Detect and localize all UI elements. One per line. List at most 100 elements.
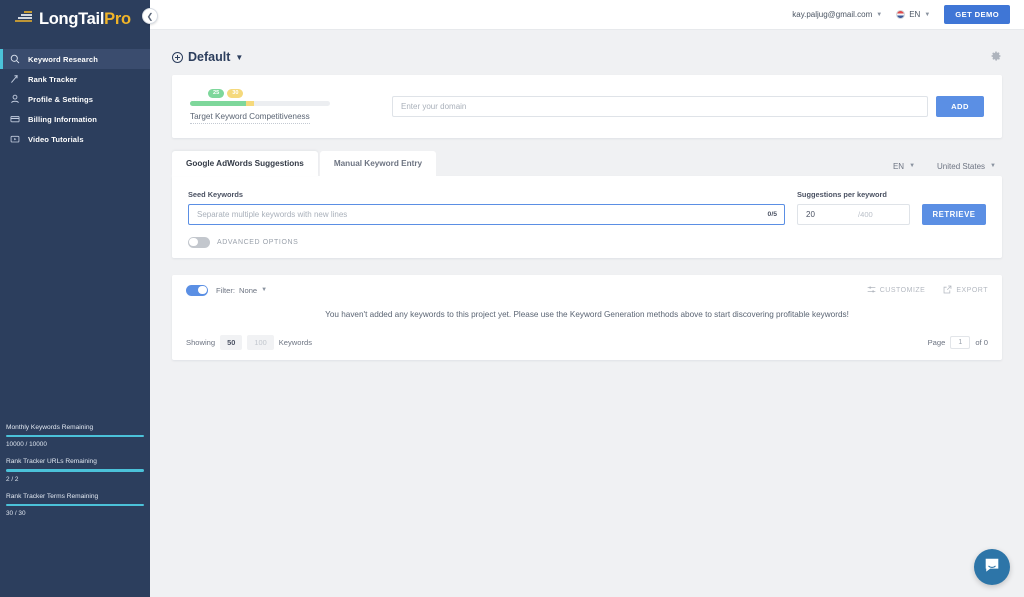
language-label: EN (909, 10, 921, 19)
credit-card-icon (10, 114, 28, 124)
meter-rank-tracker-terms: Rank Tracker Terms Remaining 30 / 30 (6, 493, 144, 517)
competitiveness-widget[interactable]: 25 30 Target Keyword Competitiveness (190, 89, 370, 124)
user-icon (10, 94, 28, 104)
locale-language-label: EN (892, 161, 905, 171)
meter-bar (6, 503, 144, 506)
gear-icon[interactable] (990, 50, 1002, 65)
chat-widget-button[interactable] (974, 549, 1010, 585)
sidebar-item-keyword-research[interactable]: Keyword Research (0, 49, 150, 69)
suggestions-max-label: /400 (858, 209, 873, 219)
advanced-options-label: ADVANCED OPTIONS (217, 238, 299, 246)
video-icon (10, 134, 28, 144)
filter-prefix-label: Filter: (216, 285, 235, 295)
seed-keywords-box[interactable]: 0/5 (188, 203, 785, 225)
locale-country-select[interactable]: United States ▼ (937, 162, 996, 171)
brand-text: LongTailPro (39, 10, 131, 29)
meter-title: Monthly Keywords Remaining (6, 423, 94, 431)
locale-country-label: United States (937, 161, 986, 171)
export-label: EXPORT (956, 286, 988, 294)
brand-logo[interactable]: LongTailPro (0, 0, 150, 30)
caret-down-icon: ▼ (990, 163, 996, 170)
get-demo-button[interactable]: GET DEMO (944, 5, 1010, 24)
competitiveness-slider[interactable] (190, 100, 330, 106)
tab-list: Google AdWords Suggestions Manual Keywor… (172, 150, 437, 176)
competitiveness-green-segment (190, 100, 246, 106)
filter-select[interactable]: Filter: None ▼ (216, 286, 267, 295)
locale-selectors: EN ▼ United States ▼ (893, 162, 1002, 176)
domain-input[interactable] (392, 95, 928, 117)
sidebar-collapse-button[interactable]: ❮ (142, 8, 158, 24)
customize-label: CUSTOMIZE (879, 286, 926, 294)
sidebar-item-rank-tracker[interactable]: Rank Tracker (0, 69, 150, 89)
retrieve-button[interactable]: RETRIEVE (922, 203, 986, 225)
showing-label: Showing (186, 337, 216, 347)
advanced-options-row[interactable]: ADVANCED OPTIONS (188, 236, 986, 248)
app-root: LongTailPro ❮ Keyword Research Rank Trac… (0, 0, 1024, 597)
chat-bubble-icon (983, 556, 1001, 579)
sidebar-label: Billing Information (28, 114, 97, 124)
search-icon (10, 54, 28, 64)
results-footer: Showing 50 100 Keywords Page of 0 (186, 334, 988, 350)
main-area: kay.paljug@gmail.com ▼ EN ▼ GET DEMO Def… (150, 0, 1024, 597)
page-size-100[interactable]: 100 (247, 334, 274, 350)
page-title: Default (188, 50, 231, 64)
caret-down-icon: ▼ (909, 163, 916, 170)
keywords-label: Keywords (278, 337, 313, 347)
brand-part-long: Long (39, 9, 79, 28)
sidebar-item-profile-settings[interactable]: Profile & Settings (0, 89, 150, 109)
page-size-control: Showing 50 100 Keywords (186, 334, 313, 350)
seed-keywords-label: Seed Keywords (188, 189, 244, 199)
tabs-row: Google AdWords Suggestions Manual Keywor… (172, 150, 1002, 176)
seed-keywords-input[interactable] (189, 204, 768, 224)
meter-value: 30 / 30 (6, 510, 26, 517)
competitiveness-badge-high: 30 (227, 89, 244, 98)
keyword-generation-card: Seed Keywords 0/5 Suggestions per keywor… (172, 175, 1002, 258)
competitiveness-badge-low: 25 (208, 89, 225, 98)
account-email: kay.paljug@gmail.com (792, 10, 873, 19)
caret-down-icon: ▼ (235, 52, 244, 62)
customize-button[interactable]: CUSTOMIZE (867, 285, 926, 296)
suggestions-box[interactable]: /400 (797, 203, 910, 225)
brand-part-pro: Pro (104, 9, 131, 28)
sidebar-label: Keyword Research (28, 54, 98, 64)
page-size-50[interactable]: 50 (220, 334, 243, 350)
suggestions-per-keyword-field: Suggestions per keyword /400 (797, 190, 910, 225)
add-domain-button[interactable]: ADD (936, 95, 984, 117)
caret-down-icon: ▼ (924, 11, 931, 18)
sidebar-item-billing-information[interactable]: Billing Information (0, 109, 150, 129)
project-selector[interactable]: Default ▼ (172, 50, 243, 64)
filter-toggle[interactable] (186, 284, 208, 296)
sidebar-label: Rank Tracker (28, 74, 77, 84)
competitiveness-badges: 25 30 (190, 89, 370, 98)
results-header: Filter: None ▼ CUSTOMIZE EXPORT (186, 284, 988, 296)
page-number-input[interactable] (950, 335, 971, 349)
meter-rank-tracker-urls: Rank Tracker URLs Remaining 2 / 2 (6, 458, 144, 483)
us-flag-icon (896, 10, 906, 19)
seed-keywords-counter: 0/5 (767, 210, 777, 218)
top-bar: kay.paljug@gmail.com ▼ EN ▼ GET DEMO (150, 0, 1024, 30)
plus-circle-icon[interactable] (172, 51, 183, 63)
trending-up-icon (10, 74, 28, 84)
advanced-options-toggle[interactable] (188, 236, 210, 248)
external-link-icon (943, 285, 952, 296)
empty-state-message: You haven't added any keywords to this p… (325, 309, 849, 319)
suggestions-input[interactable] (798, 204, 858, 224)
filter-value-label: None (238, 285, 258, 295)
content-area: Default ▼ 25 30 Target Keyword Competiti… (150, 30, 1024, 360)
results-card: Filter: None ▼ CUSTOMIZE EXPORT You have… (172, 274, 1002, 360)
tab-google-adwords-suggestions[interactable]: Google AdWords Suggestions (172, 150, 318, 176)
tab-manual-keyword-entry[interactable]: Manual Keyword Entry (319, 150, 437, 176)
sidebar-item-video-tutorials[interactable]: Video Tutorials (0, 129, 150, 149)
caret-down-icon: ▼ (261, 287, 268, 294)
domain-card: 25 30 Target Keyword Competitiveness ADD (172, 75, 1002, 138)
sidebar-nav: Keyword Research Rank Tracker Profile & … (0, 49, 150, 149)
language-selector[interactable]: EN ▼ (896, 10, 930, 19)
page-header: Default ▼ (172, 44, 1002, 70)
chevron-left-icon: ❮ (146, 11, 154, 21)
locale-language-select[interactable]: EN ▼ (893, 162, 915, 171)
pagination: Page of 0 (927, 335, 988, 349)
page-label: Page (927, 337, 946, 347)
account-menu[interactable]: kay.paljug@gmail.com ▼ (792, 10, 882, 19)
logo-mark-icon (14, 10, 36, 28)
export-button[interactable]: EXPORT (943, 285, 988, 296)
